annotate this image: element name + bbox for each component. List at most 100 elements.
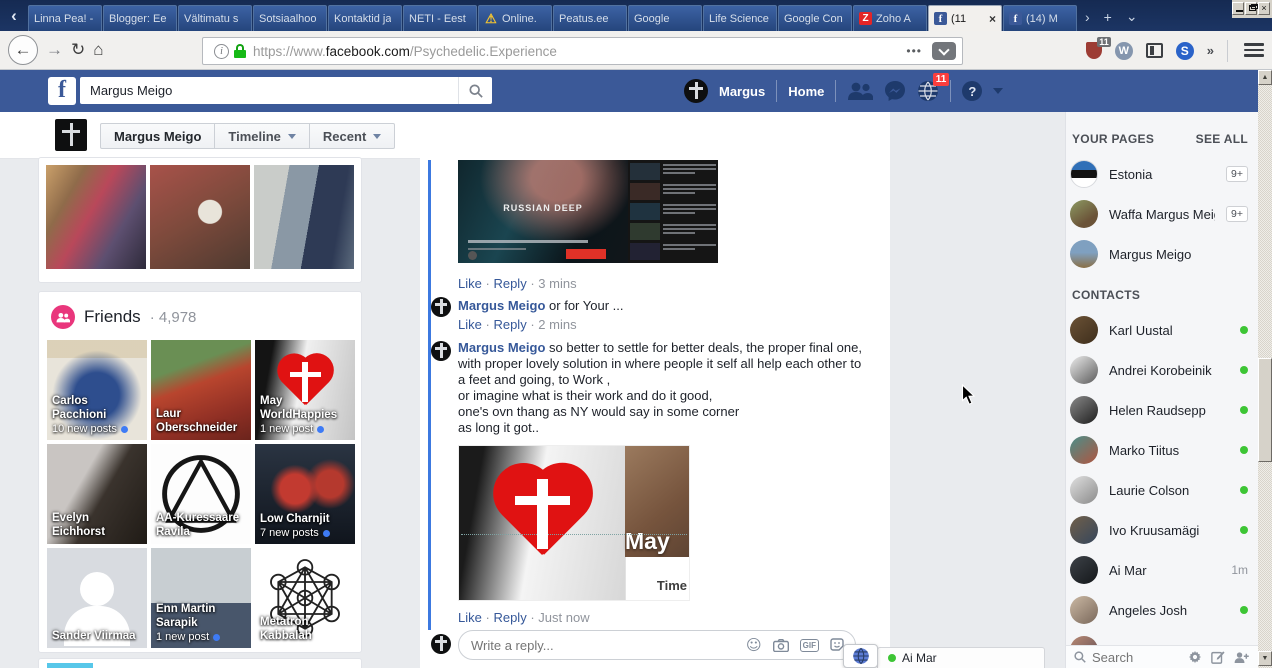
search-input[interactable] bbox=[80, 83, 458, 98]
commenter-name[interactable]: Margus Meigo bbox=[458, 340, 545, 355]
reply-button[interactable]: Reply bbox=[493, 317, 526, 332]
toolbar-overflow-icon[interactable]: » bbox=[1207, 43, 1214, 58]
commenter-avatar[interactable] bbox=[431, 297, 451, 317]
chat-tab[interactable]: Ai Mar bbox=[877, 647, 1045, 668]
reply-composer[interactable]: ☺ GIF bbox=[458, 630, 856, 660]
friend-tile[interactable]: May WorldHappies 1 new post bbox=[255, 340, 355, 440]
account-menu-caret-icon[interactable] bbox=[993, 88, 1004, 94]
facebook-logo[interactable]: f bbox=[48, 77, 76, 105]
browser-tab[interactable]: Google bbox=[628, 5, 702, 31]
browser-tab[interactable]: ⚠ Online. bbox=[478, 5, 552, 31]
page-row[interactable]: Margus Meigo bbox=[1066, 234, 1258, 274]
close-button[interactable]: × bbox=[1258, 2, 1270, 15]
friend-tile[interactable]: AA-Kuressaare Ravila bbox=[151, 444, 251, 544]
friend-tile[interactable]: Laur Oberschneider bbox=[151, 340, 251, 440]
tab-close-icon[interactable]: × bbox=[989, 12, 996, 26]
forward-button[interactable]: → bbox=[46, 40, 63, 60]
friend-tile[interactable]: Evelyn Eichhorst bbox=[47, 444, 147, 544]
comment-timestamp[interactable]: 2 mins bbox=[538, 317, 576, 332]
contact-row[interactable]: Marko Tiitus bbox=[1066, 430, 1258, 470]
profile-name-button[interactable]: Margus Meigo bbox=[100, 123, 216, 149]
browser-tab[interactable]: Linna Pea! - bbox=[28, 5, 102, 31]
pocket-icon[interactable] bbox=[932, 42, 956, 60]
contact-row[interactable]: Angeles Josh bbox=[1066, 590, 1258, 630]
contact-row[interactable]: Ivo Kruusamägi bbox=[1066, 510, 1258, 550]
timeline-dropdown[interactable]: Timeline bbox=[215, 123, 310, 149]
w-extension-icon[interactable]: W bbox=[1114, 41, 1133, 60]
reply-button[interactable]: Reply bbox=[493, 610, 526, 625]
contact-row[interactable]: Karl Uustal bbox=[1066, 310, 1258, 350]
emoji-icon[interactable]: ☺ bbox=[746, 636, 762, 654]
adblock-icon[interactable]: 11 bbox=[1085, 37, 1111, 59]
browser-tab[interactable]: NETI - Eest bbox=[403, 5, 477, 31]
contact-row[interactable]: Helen Raudsepp bbox=[1066, 390, 1258, 430]
messenger-icon[interactable] bbox=[884, 80, 906, 102]
see-all-link[interactable]: SEE ALL bbox=[1196, 132, 1248, 146]
scroll-up-icon[interactable]: ▲ bbox=[1258, 70, 1272, 85]
friend-tile[interactable]: Sander Viirmaa bbox=[47, 548, 147, 648]
help-icon[interactable]: ? bbox=[962, 81, 983, 101]
friend-tile[interactable]: Metatron Kabbalah bbox=[255, 548, 355, 648]
new-message-icon[interactable] bbox=[1211, 650, 1225, 664]
home-button[interactable]: ⌂ bbox=[93, 40, 103, 60]
comment-timestamp[interactable]: 3 mins bbox=[538, 276, 576, 291]
browser-tab[interactable]: Kontaktid ja bbox=[328, 5, 402, 31]
scrollbar-thumb[interactable] bbox=[1258, 358, 1272, 462]
reply-button[interactable]: Reply bbox=[493, 276, 526, 291]
browser-tab[interactable]: Sotsiaalhoo bbox=[253, 5, 327, 31]
s-extension-icon[interactable]: S bbox=[1175, 41, 1194, 60]
menu-icon[interactable] bbox=[1244, 40, 1264, 60]
reload-button[interactable]: ↻ bbox=[71, 40, 85, 60]
profile-link[interactable]: Margus bbox=[719, 84, 765, 99]
friend-tile[interactable]: Enn Martin Sarapik 1 new post bbox=[151, 548, 251, 648]
site-info-icon[interactable]: i bbox=[214, 43, 229, 59]
minimize-button[interactable] bbox=[1232, 2, 1244, 15]
add-friend-icon[interactable] bbox=[1234, 651, 1250, 664]
settings-gear-icon[interactable] bbox=[1188, 650, 1202, 664]
gif-icon[interactable]: GIF bbox=[799, 638, 819, 652]
back-button[interactable]: ← bbox=[8, 35, 38, 65]
tab-list-button[interactable]: ⌄ bbox=[1126, 8, 1138, 25]
like-button[interactable]: Like bbox=[458, 276, 482, 291]
tab-scroll-left-button[interactable]: ‹ bbox=[0, 0, 28, 31]
globe-button[interactable] bbox=[843, 644, 878, 668]
reply-input[interactable] bbox=[459, 637, 747, 653]
friend-tile[interactable]: Carlos Pacchioni 10 new posts bbox=[47, 340, 147, 440]
page-thumbnail[interactable] bbox=[47, 663, 93, 668]
camera-icon[interactable] bbox=[772, 638, 789, 652]
commenter-avatar[interactable] bbox=[431, 341, 451, 361]
contacts-search-input[interactable] bbox=[1092, 649, 1178, 665]
tab-scroll-right-button[interactable]: › bbox=[1085, 9, 1090, 25]
friend-requests-icon[interactable] bbox=[847, 81, 874, 101]
photo-thumbnail[interactable] bbox=[46, 165, 146, 269]
friend-tile[interactable]: Low Charnjit 7 new posts bbox=[255, 444, 355, 544]
page-row[interactable]: Waffa Margus Meigo ...9+ bbox=[1066, 194, 1258, 234]
browser-tab[interactable]: Peatus.ee bbox=[553, 5, 627, 31]
contact-row[interactable]: Ai Mar 1m bbox=[1066, 550, 1258, 590]
facebook-search[interactable] bbox=[80, 77, 492, 104]
friends-title[interactable]: Friends bbox=[84, 307, 141, 327]
comment-timestamp[interactable]: Just now bbox=[538, 610, 589, 625]
browser-tab[interactable]: Vältimatu s bbox=[178, 5, 252, 31]
sticker-icon[interactable] bbox=[830, 638, 844, 652]
home-link[interactable]: Home bbox=[788, 84, 824, 99]
browser-tab[interactable]: Life Science bbox=[703, 5, 777, 31]
browser-tab[interactable]: Google Con bbox=[778, 5, 852, 31]
browser-tab[interactable]: Z Zoho A bbox=[853, 5, 927, 31]
new-tab-button[interactable]: + bbox=[1104, 9, 1112, 25]
notifications-icon[interactable]: 11 bbox=[917, 73, 950, 102]
scroll-down-icon[interactable]: ▼ bbox=[1258, 651, 1272, 666]
like-button[interactable]: Like bbox=[458, 317, 482, 332]
contact-row[interactable]: Andrei Korobeinik bbox=[1066, 350, 1258, 390]
photo-thumbnail[interactable] bbox=[150, 165, 250, 269]
photo-thumbnail[interactable] bbox=[254, 165, 354, 269]
browser-tab[interactable]: f (14) M bbox=[1003, 5, 1077, 31]
browser-tab[interactable]: Blogger: Ee bbox=[103, 5, 177, 31]
comment-attachment-video[interactable]: RUSSIAN DEEP bbox=[458, 160, 718, 263]
restore-button[interactable] bbox=[1245, 2, 1258, 15]
search-button[interactable] bbox=[458, 77, 492, 104]
url-bar[interactable]: i https://www.facebook.com/Psychedelic.E… bbox=[202, 37, 963, 65]
browser-tab-active[interactable]: f (11 × bbox=[928, 5, 1002, 31]
sidebar-toggle-icon[interactable] bbox=[1145, 43, 1163, 58]
contact-row[interactable]: Laurie Colson bbox=[1066, 470, 1258, 510]
